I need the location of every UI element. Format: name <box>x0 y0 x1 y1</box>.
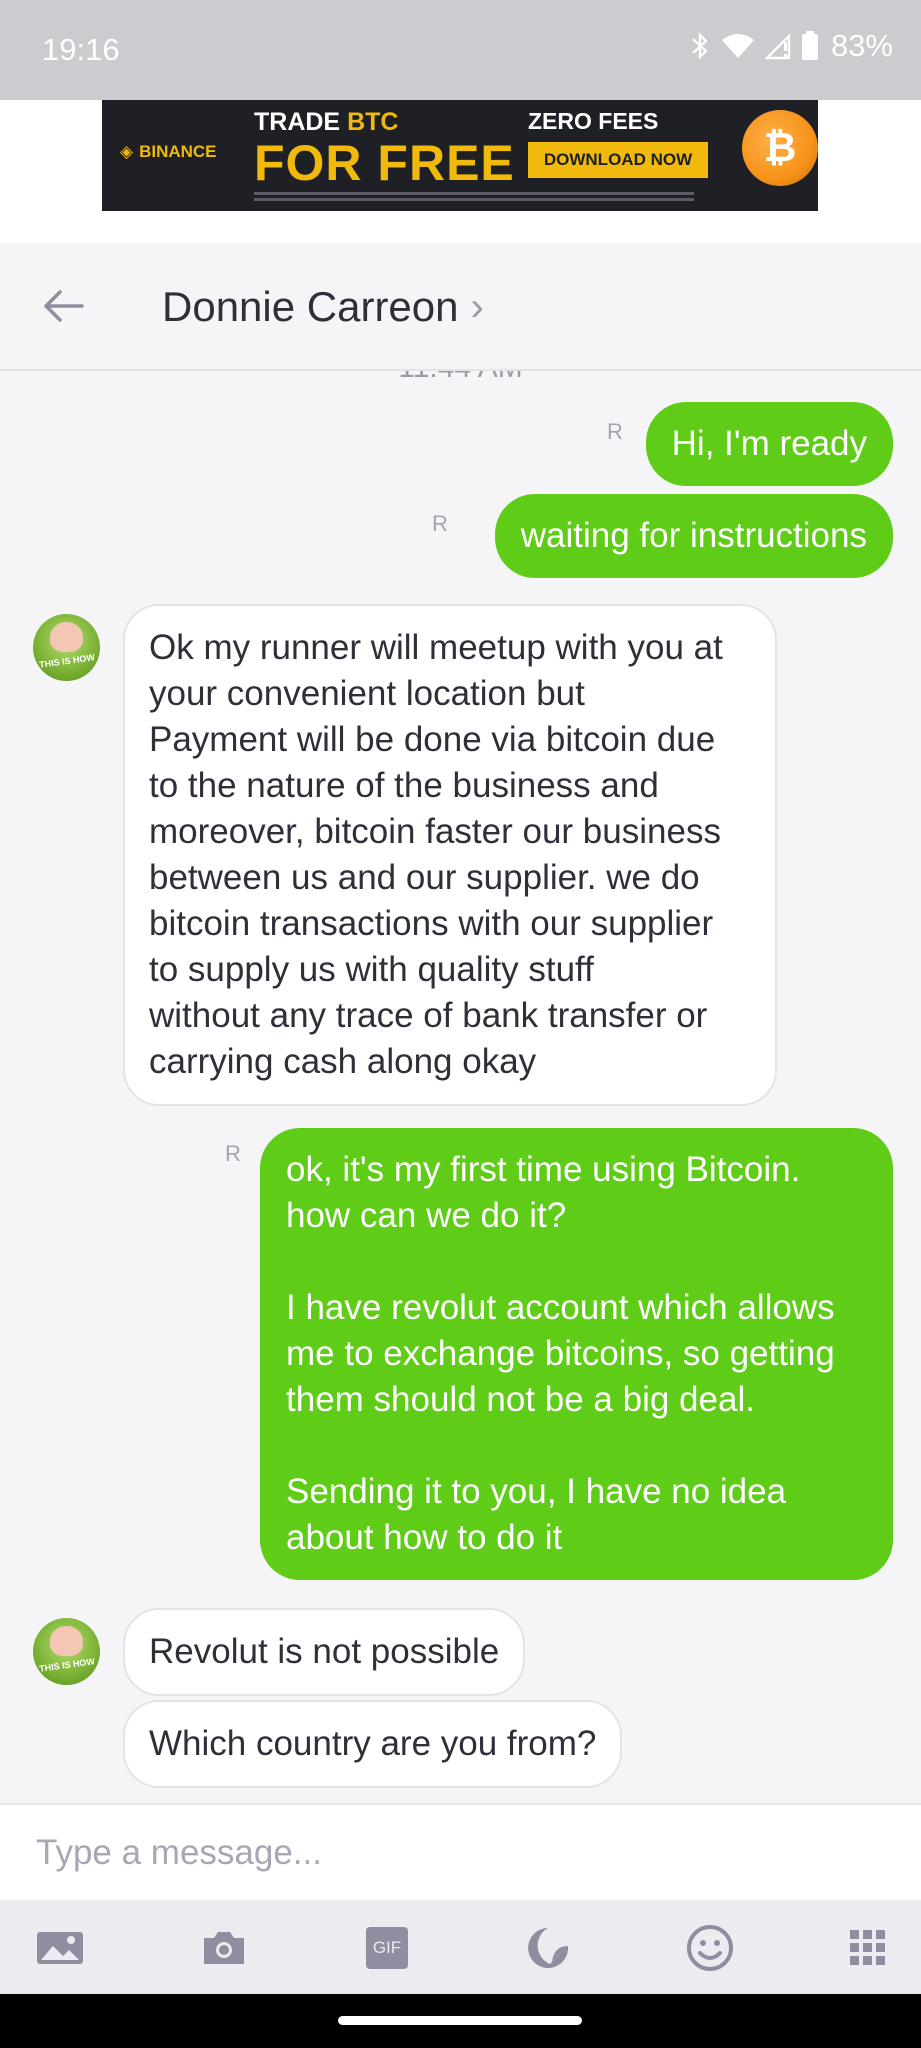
message-input-bar[interactable]: Type a message... <box>0 1803 921 1902</box>
ad-area: ◈ BINANCE TRADE BTC FOR FREE ZERO FEES D… <box>0 100 921 243</box>
emoji-button[interactable] <box>680 1918 740 1978</box>
timestamp: 11:44 AM <box>0 371 921 385</box>
message-outgoing[interactable]: waiting for instructions <box>494 494 893 578</box>
wifi-icon <box>721 32 755 60</box>
battery-percentage: 83% <box>830 28 893 63</box>
cellular-signal-icon <box>764 32 791 60</box>
ad-zero-fees: ZERO FEES <box>528 108 659 134</box>
contact-avatar[interactable]: THIS IS HOW <box>33 1618 100 1685</box>
bluetooth-icon <box>689 31 711 61</box>
back-button[interactable] <box>40 283 86 329</box>
home-gesture-handle[interactable] <box>338 2016 582 2025</box>
read-receipt-icon: R <box>432 511 448 536</box>
binance-logo: ◈ BINANCE <box>120 142 217 162</box>
battery-icon <box>801 31 819 61</box>
ad-trade-line: TRADE BTC <box>254 108 398 137</box>
image-icon <box>37 1932 83 1964</box>
ad-headline: FOR FREE <box>254 135 515 191</box>
contact-avatar[interactable]: THIS IS HOW <box>33 614 100 681</box>
ad-banner[interactable]: ◈ BINANCE TRADE BTC FOR FREE ZERO FEES D… <box>102 100 818 211</box>
camera-icon <box>204 1932 244 1964</box>
sticker-icon <box>528 1928 568 1968</box>
gif-button[interactable]: GIF <box>357 1918 417 1978</box>
binance-diamond-icon: ◈ <box>120 142 134 161</box>
message-incoming[interactable]: Revolut is not possible <box>123 1608 526 1696</box>
message-outgoing[interactable]: ok, it's my first time using Bitcoin. ho… <box>260 1128 893 1580</box>
status-time: 19:16 <box>42 32 120 67</box>
gif-icon: GIF <box>366 1927 408 1969</box>
camera-button[interactable] <box>194 1918 254 1978</box>
contact-name-button[interactable]: Donnie Carreon › <box>162 283 484 331</box>
message-input[interactable]: Type a message... <box>36 1833 322 1873</box>
conversation-header: Donnie Carreon › <box>0 243 921 371</box>
smiley-icon <box>687 1925 733 1971</box>
system-nav-bar <box>0 1994 921 2048</box>
status-bar: 19:16 83% <box>0 0 921 100</box>
attachment-toolbar: GIF <box>0 1900 921 1994</box>
message-incoming[interactable]: Which country are you from? <box>123 1700 623 1788</box>
ad-trade-text: TRADE <box>254 108 341 136</box>
message-incoming[interactable]: Ok my runner will meetup with you at you… <box>123 604 777 1106</box>
read-receipt-icon: R <box>607 419 623 444</box>
chevron-right-icon: › <box>470 284 484 329</box>
message-outgoing[interactable]: Hi, I'm ready <box>645 402 893 486</box>
binance-brand: BINANCE <box>139 142 217 161</box>
sticker-button[interactable] <box>518 1918 578 1978</box>
ad-download-button[interactable]: DOWNLOAD NOW <box>528 142 708 178</box>
ad-fine-print <box>254 192 694 195</box>
contact-name: Donnie Carreon <box>162 283 459 330</box>
ad-btc-text: BTC <box>347 108 399 136</box>
read-receipt-icon: R <box>225 1141 241 1166</box>
status-icons: 83% <box>689 28 893 64</box>
more-apps-button[interactable] <box>838 1918 898 1978</box>
bitcoin-coin-icon: ₿ <box>742 110 818 186</box>
arrow-left-icon <box>44 290 84 322</box>
grid-icon <box>850 1930 885 1965</box>
message-list[interactable]: 11:44 AM R Hi, I'm ready R waiting for i… <box>0 371 921 1803</box>
gallery-button[interactable] <box>30 1918 90 1978</box>
